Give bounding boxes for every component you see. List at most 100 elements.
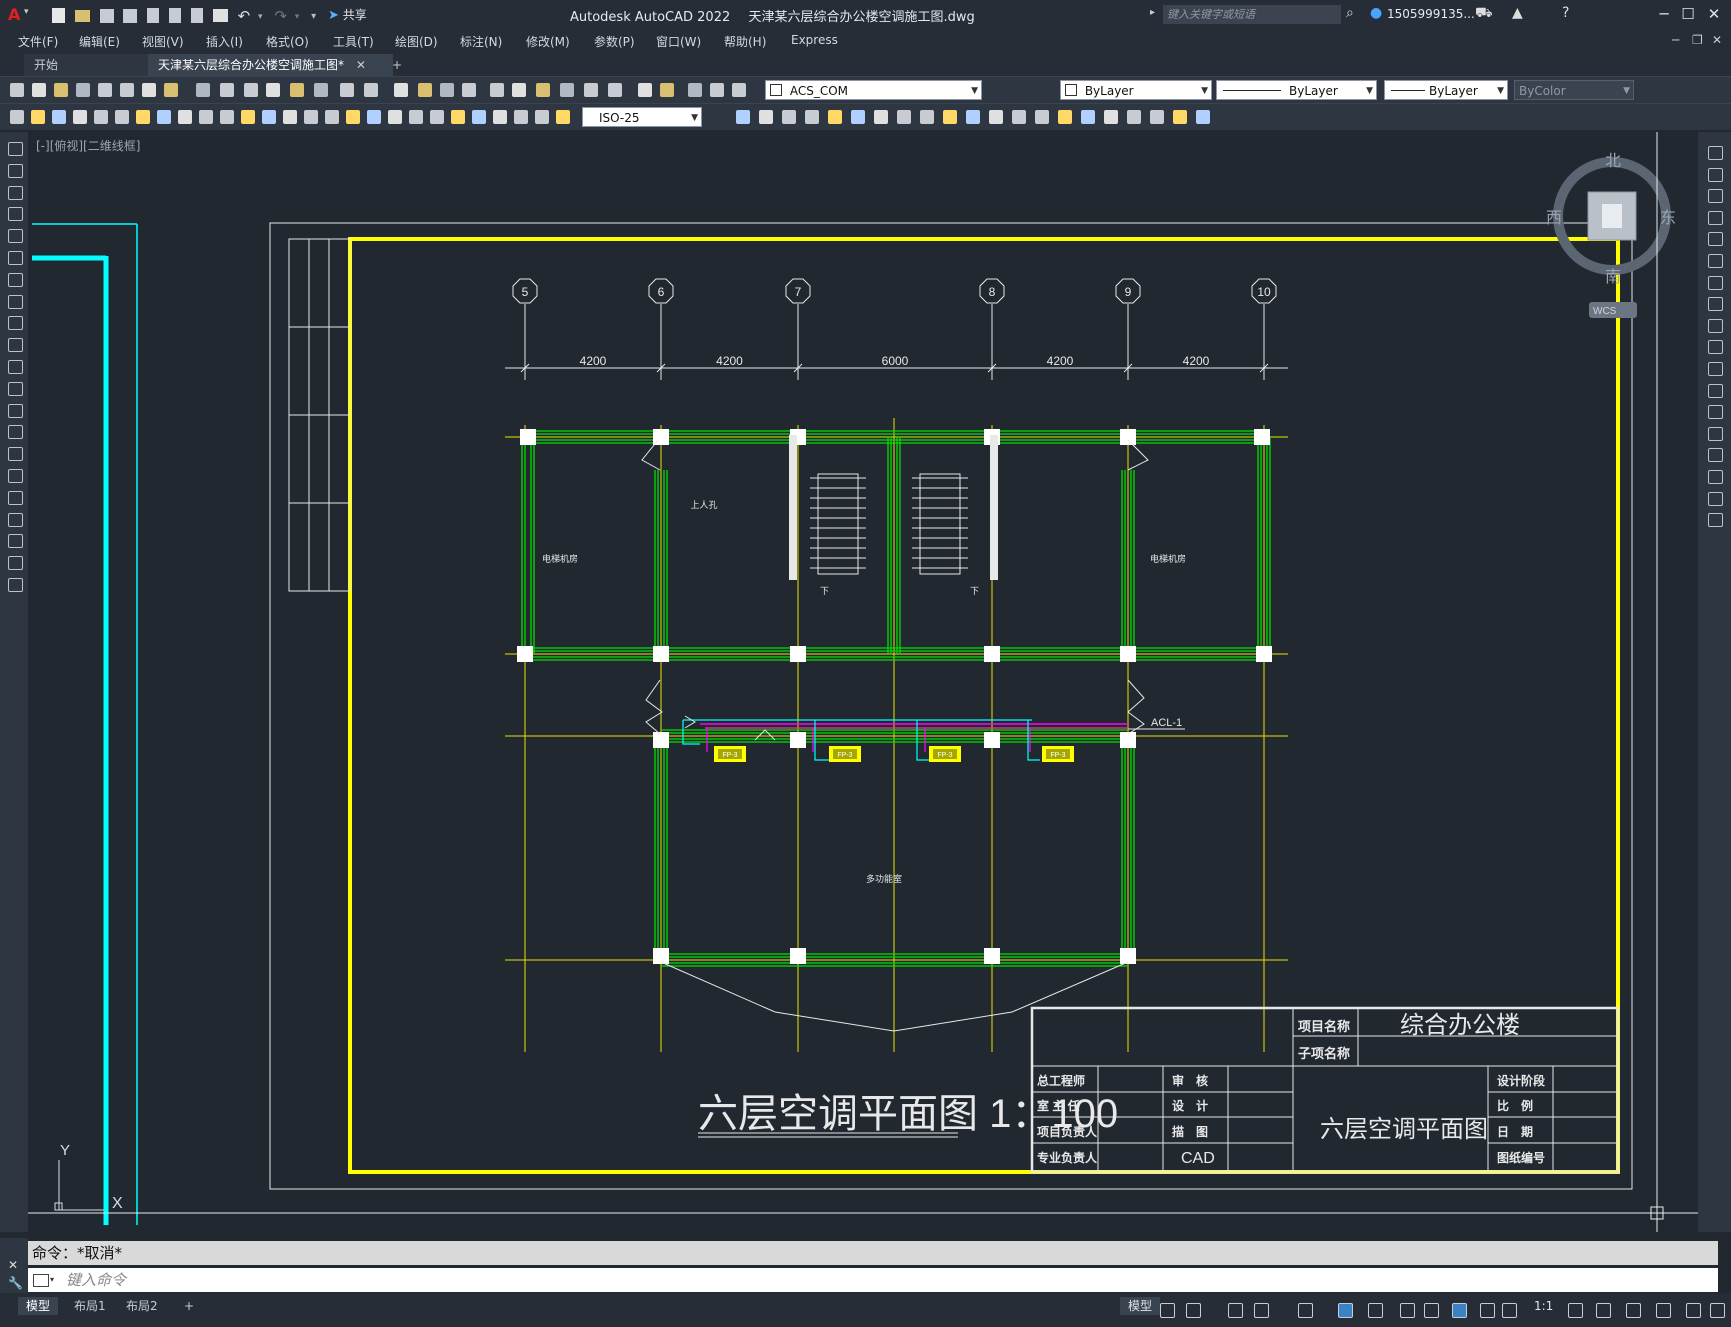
- new-file-icon[interactable]: [52, 8, 65, 23]
- dimension-tool-icon-26[interactable]: [556, 110, 570, 124]
- standard-tool-icon-25[interactable]: [608, 83, 622, 97]
- standard-tool-icon-26[interactable]: [638, 83, 652, 97]
- dimstyle-dropdown[interactable]: ISO-25 ▼: [582, 107, 702, 127]
- menu-express[interactable]: Express: [791, 33, 838, 47]
- draw-tool-icon-1[interactable]: [8, 163, 23, 178]
- draw-tool-icon-19[interactable]: [8, 556, 23, 571]
- status-toggle-icon-0[interactable]: [1160, 1303, 1175, 1318]
- dimension-tool-icon-21[interactable]: [451, 110, 465, 124]
- doc-close-icon[interactable]: ✕: [1712, 33, 1722, 47]
- dimension-tool-icon-10[interactable]: [220, 110, 234, 124]
- add-layout-icon[interactable]: +: [176, 1297, 202, 1315]
- standard-tool-icon-11[interactable]: [266, 83, 280, 97]
- menu-parametric[interactable]: 参数(P): [594, 33, 635, 50]
- compass-east[interactable]: 东: [1660, 209, 1676, 227]
- user-name[interactable]: 1505999135...: [1387, 7, 1475, 21]
- dimension-tool-icon-2[interactable]: [52, 110, 66, 124]
- customize-qat-icon[interactable]: ▾: [311, 11, 316, 22]
- standard-tool-icon-5[interactable]: [120, 83, 134, 97]
- menu-draw[interactable]: 绘图(D): [395, 33, 438, 50]
- draw-tool-icon-12[interactable]: [8, 403, 23, 418]
- share-button[interactable]: 共享: [343, 8, 367, 22]
- print-icon[interactable]: [212, 9, 228, 22]
- draw-tool-icon-3[interactable]: [8, 207, 23, 222]
- command-line-handle[interactable]: ✕ 🔧: [0, 1238, 28, 1293]
- standard-tool-icon-30[interactable]: [732, 83, 746, 97]
- dimension-tool-icon-12[interactable]: [262, 110, 276, 124]
- modify-tool-icon-16[interactable]: [1708, 491, 1723, 506]
- dimension-tool-icon-7[interactable]: [157, 110, 171, 124]
- plotstyle-dropdown[interactable]: ByColor ▼: [1514, 80, 1634, 100]
- standard-tool-icon-24[interactable]: [584, 83, 598, 97]
- compass-south[interactable]: 南: [1605, 268, 1621, 286]
- standard-tool-icon-15[interactable]: [364, 83, 378, 97]
- doc-minimize-icon[interactable]: ─: [1672, 33, 1679, 47]
- dimension-tool-icon-17[interactable]: [367, 110, 381, 124]
- modify-tool-icon-6[interactable]: [1708, 275, 1723, 290]
- linetype-dropdown[interactable]: ByLayer ▼: [1216, 80, 1377, 100]
- search-expand-icon[interactable]: ▸: [1150, 7, 1155, 18]
- search-input[interactable]: 键入关键字或短语: [1163, 5, 1341, 24]
- dimension-tool-icon-15[interactable]: [325, 110, 339, 124]
- redo-icon[interactable]: ↷: [274, 7, 287, 25]
- dimension-tool-icon-35[interactable]: [920, 110, 934, 124]
- dimension-tool-icon-16[interactable]: [346, 110, 360, 124]
- dimension-tool-icon-37[interactable]: [966, 110, 980, 124]
- dimension-tool-icon-39[interactable]: [1012, 110, 1026, 124]
- maximize-icon[interactable]: ☐: [1676, 4, 1700, 24]
- dimension-tool-icon-40[interactable]: [1035, 110, 1049, 124]
- menu-window[interactable]: 窗口(W): [656, 33, 701, 50]
- dimension-tool-icon-44[interactable]: [1127, 110, 1141, 124]
- modify-tool-icon-0[interactable]: [1708, 146, 1723, 160]
- menu-help[interactable]: 帮助(H): [724, 33, 766, 50]
- status-toggle-icon-9[interactable]: [1452, 1303, 1467, 1318]
- menu-insert[interactable]: 插入(I): [206, 33, 243, 50]
- dimension-tool-icon-23[interactable]: [493, 110, 507, 124]
- layout-tab-2[interactable]: 布局2: [118, 1297, 166, 1315]
- standard-tool-icon-8[interactable]: [196, 83, 210, 97]
- standard-tool-icon-21[interactable]: [512, 83, 526, 97]
- tab-start[interactable]: 开始: [24, 54, 154, 76]
- dimension-tool-icon-45[interactable]: [1150, 110, 1164, 124]
- dimension-tool-icon-43[interactable]: [1104, 110, 1118, 124]
- draw-tool-icon-20[interactable]: [8, 578, 23, 592]
- cad-drawing[interactable]: 5 6 7 8 9 10 4200 4200 6000 4200 4200 FP-3 FP: [28, 132, 1698, 1232]
- open-file-icon[interactable]: [74, 9, 90, 22]
- standard-tool-icon-14[interactable]: [340, 83, 354, 97]
- dimension-tool-icon-1[interactable]: [31, 110, 45, 124]
- draw-tool-icon-13[interactable]: [8, 425, 23, 440]
- modify-tool-icon-1[interactable]: [1708, 167, 1723, 182]
- modify-tool-icon-8[interactable]: [1708, 318, 1723, 333]
- dimension-tool-icon-34[interactable]: [897, 110, 911, 124]
- close-icon[interactable]: ✕: [1702, 4, 1726, 24]
- dimension-tool-icon-29[interactable]: [782, 110, 796, 124]
- status-toggle-icon-8[interactable]: [1424, 1303, 1439, 1318]
- command-customize-icon[interactable]: 🔧: [8, 1276, 23, 1290]
- compass-north[interactable]: 北: [1605, 152, 1621, 170]
- dimension-tool-icon-19[interactable]: [409, 110, 423, 124]
- cart-icon[interactable]: ⛟: [1475, 5, 1493, 23]
- dimension-tool-icon-3[interactable]: [73, 110, 87, 124]
- undo-dropdown-icon[interactable]: ▾: [258, 12, 263, 22]
- status-toggle-icon-17[interactable]: [1710, 1303, 1725, 1318]
- plot-icon[interactable]: [190, 8, 203, 23]
- modify-tool-icon-15[interactable]: [1708, 470, 1723, 484]
- standard-tool-icon-23[interactable]: [560, 83, 574, 97]
- draw-tool-icon-7[interactable]: [8, 294, 23, 309]
- autocad-logo-icon[interactable]: A: [8, 5, 20, 24]
- save-web-icon[interactable]: [169, 8, 182, 23]
- status-toggle-icon-6[interactable]: [1368, 1303, 1383, 1318]
- status-toggle-icon-10[interactable]: [1480, 1303, 1495, 1318]
- status-toggle-icon-11[interactable]: [1502, 1303, 1517, 1318]
- lineweight-dropdown[interactable]: ByLayer ▼: [1384, 80, 1508, 100]
- dimension-tool-icon-0[interactable]: [10, 110, 24, 124]
- dimension-tool-icon-14[interactable]: [304, 110, 318, 124]
- menu-tools[interactable]: 工具(T): [333, 33, 374, 50]
- dimension-tool-icon-11[interactable]: [241, 110, 255, 124]
- status-toggle-icon-15[interactable]: [1656, 1303, 1671, 1318]
- dimension-tool-icon-31[interactable]: [828, 110, 842, 124]
- help-icon[interactable]: ?: [1562, 5, 1569, 21]
- modify-tool-icon-9[interactable]: [1708, 340, 1723, 355]
- dimension-tool-icon-36[interactable]: [943, 110, 957, 124]
- dimension-tool-icon-6[interactable]: [136, 110, 150, 124]
